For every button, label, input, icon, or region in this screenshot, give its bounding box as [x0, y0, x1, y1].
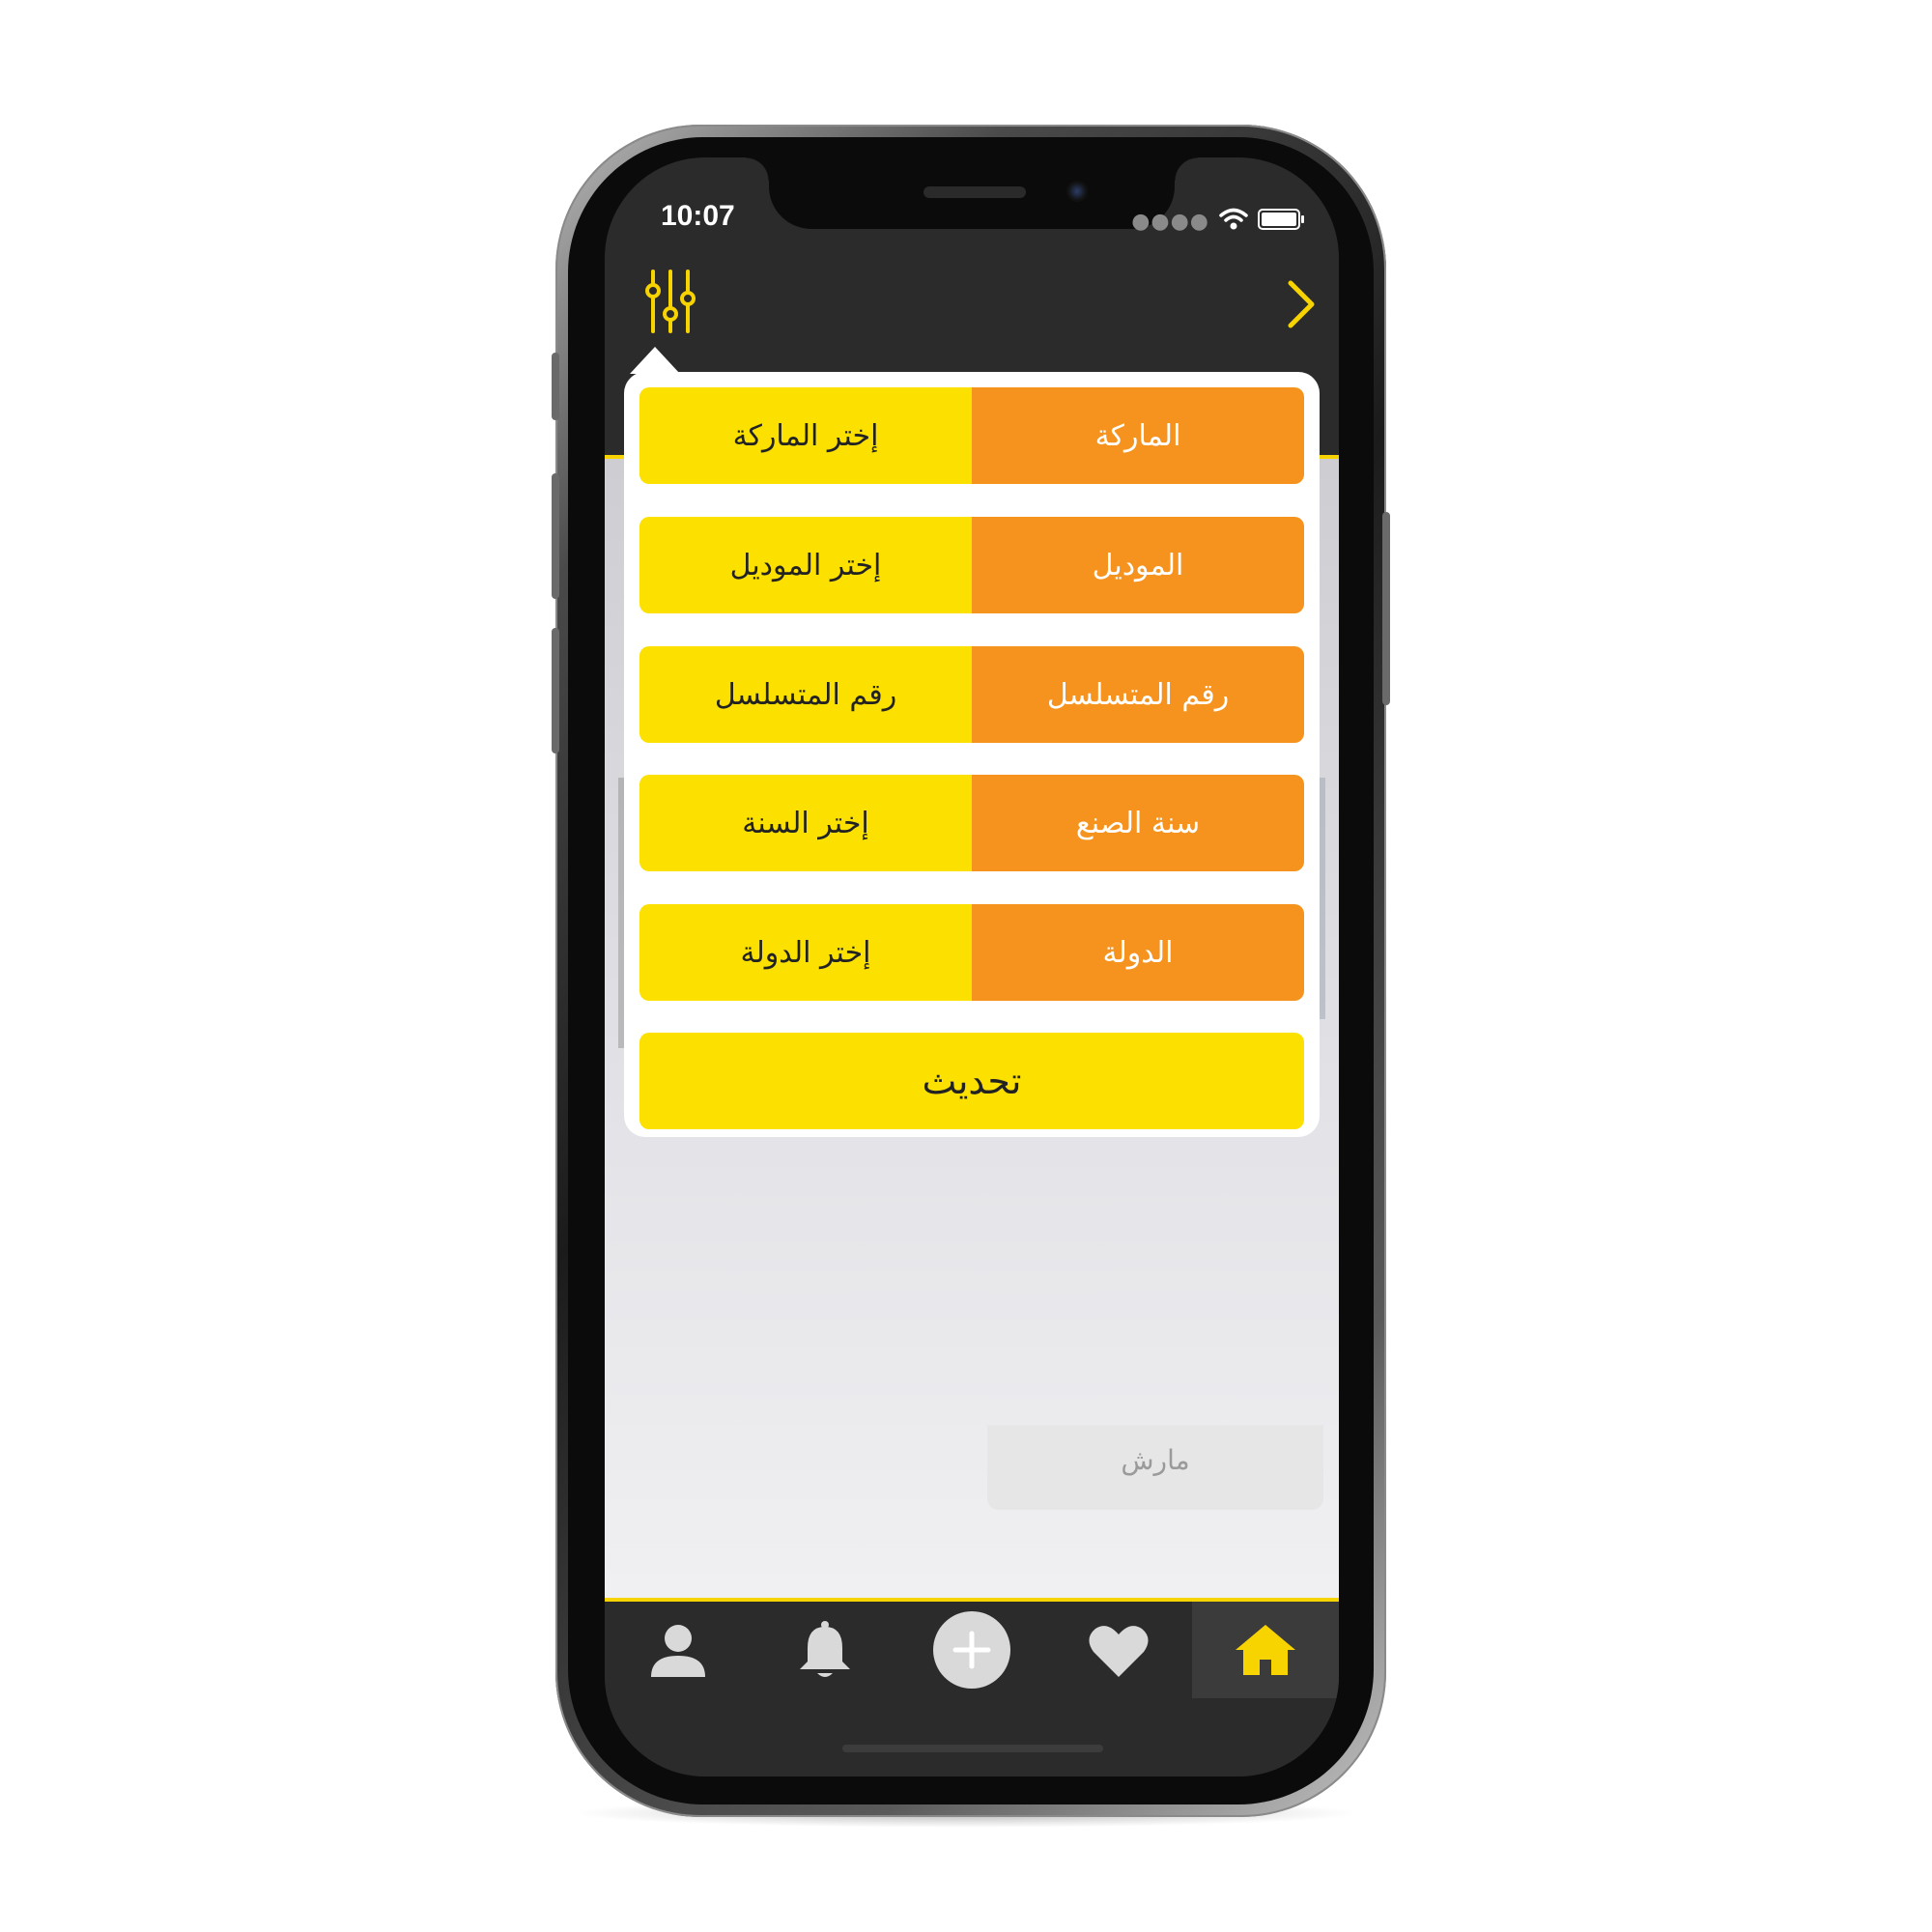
user-icon [651, 1625, 705, 1677]
notch [746, 157, 1198, 229]
year-select[interactable]: إختر السنة [639, 775, 972, 871]
chevron-right-icon [1288, 280, 1315, 328]
listing-date: مارش [1121, 1444, 1190, 1476]
home-indicator[interactable] [842, 1745, 1103, 1752]
home-icon [1236, 1625, 1295, 1675]
cellular-signal-icon: ●●●● [1131, 210, 1209, 234]
back-button[interactable] [1277, 275, 1325, 333]
filter-row-model: إختر الموديل الموديل [639, 517, 1304, 613]
side-button-power [1382, 512, 1390, 705]
filter-row-country: إختر الدولة الدولة [639, 904, 1304, 1001]
filter-button[interactable] [643, 264, 701, 341]
front-camera [1066, 181, 1088, 202]
country-select[interactable]: إختر الدولة [639, 904, 972, 1001]
brand-label: الماركة [972, 387, 1304, 484]
filter-row-year: إختر السنة سنة الصنع [639, 775, 1304, 871]
heart-icon [1089, 1626, 1149, 1677]
plus-circle-icon [933, 1611, 1010, 1689]
app-header [605, 254, 1339, 360]
tab-notifications[interactable] [752, 1602, 898, 1698]
sliders-icon [645, 270, 696, 333]
status-time: 10:07 [661, 200, 735, 232]
filter-popover: إختر الماركة الماركة إختر الموديل المودي… [624, 347, 1320, 1137]
serial-number-input[interactable]: رقم المتسلسل [639, 646, 972, 743]
brand-select[interactable]: إختر الماركة [639, 387, 972, 484]
speaker-grille [923, 186, 1026, 198]
bell-icon [800, 1621, 850, 1677]
background-listing-card: مارش [987, 1425, 1323, 1510]
popover-arrow [630, 347, 680, 374]
country-label: الدولة [972, 904, 1304, 1001]
tab-profile[interactable] [605, 1602, 752, 1698]
side-button-volume-up [552, 473, 559, 599]
filter-row-serial: رقم المتسلسل رقم المتسلسل [639, 646, 1304, 743]
tab-home[interactable] [1192, 1602, 1339, 1698]
model-select[interactable]: إختر الموديل [639, 517, 972, 613]
wifi-icon [1219, 208, 1248, 230]
update-button[interactable]: تحديث [639, 1033, 1304, 1129]
screen: 10:07 ●●●● مارش إختر الماركة الماركة إخت… [605, 157, 1339, 1776]
year-label: سنة الصنع [972, 775, 1304, 871]
side-button-silent [552, 353, 559, 420]
status-icons: ●●●● [1131, 206, 1304, 234]
side-button-volume-down [552, 628, 559, 753]
tab-bar [605, 1602, 1339, 1776]
tab-favorites[interactable] [1045, 1602, 1192, 1698]
battery-icon [1258, 209, 1304, 230]
filter-row-brand: إختر الماركة الماركة [639, 387, 1304, 484]
tab-add-listing[interactable] [898, 1602, 1045, 1698]
model-label: الموديل [972, 517, 1304, 613]
serial-number-label: رقم المتسلسل [972, 646, 1304, 743]
